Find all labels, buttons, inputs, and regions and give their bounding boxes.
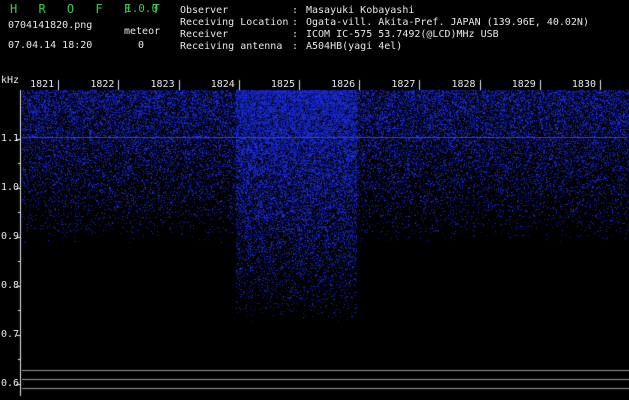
file-name: 0704141820.png xyxy=(8,20,93,31)
info-value: Ogata-vill. Akita-Pref. JAPAN (139.96E, … xyxy=(306,17,589,28)
x-tick-label: 1830 xyxy=(571,79,596,90)
meteor-count: 0 xyxy=(138,40,145,51)
date-time: 07.04.14 18:20 xyxy=(8,40,93,51)
info-row-receiver: Receiver : ICOM IC-575 53.7492(@LCD)MHz … xyxy=(180,29,589,41)
x-tick-label: 1829 xyxy=(511,79,536,90)
info-row-antenna: Receiving antenna : A504HB(yagi 4el) xyxy=(180,41,589,53)
info-key: Receiving antenna xyxy=(180,41,283,52)
info-key: Receiver xyxy=(180,29,229,40)
x-tick-label: 1826 xyxy=(331,79,356,90)
info-colon: : xyxy=(292,29,305,40)
meteor-label: meteor xyxy=(124,26,161,37)
info-row-observer: Observer : Masayuki Kobayashi xyxy=(180,5,589,17)
x-tick-label: 1827 xyxy=(391,79,416,90)
info-value: Masayuki Kobayashi xyxy=(306,5,415,16)
y-tick-label: 1.1 xyxy=(1,132,20,144)
x-tick-label: 1823 xyxy=(150,79,175,90)
x-tick-label: 1822 xyxy=(90,79,115,90)
y-tick-label: 0.9 xyxy=(1,230,20,242)
info-row-location: Receiving Location : Ogata-vill. Akita-P… xyxy=(180,17,589,29)
info-value: A504HB(yagi 4el) xyxy=(306,41,403,52)
spectrogram-plot: kHz 1.1 1.0 0.9 0.8 0.7 0.6 1821 1822 1823 1824 18… xyxy=(0,75,629,400)
app-version: 1.0.0 xyxy=(125,2,159,15)
y-tick-label: 1.0 xyxy=(1,181,20,193)
y-tick-label: 0.8 xyxy=(1,279,20,291)
info-key: Observer xyxy=(180,5,229,16)
y-axis-unit: kHz xyxy=(1,75,20,86)
x-tick-label: 1824 xyxy=(210,79,235,90)
y-tick-label: 0.7 xyxy=(1,328,20,340)
x-tick-label: 1828 xyxy=(451,79,476,90)
info-colon: : xyxy=(292,17,305,28)
info-colon: : xyxy=(292,41,305,52)
header-panel: H R O F F T 1.0.0 0704141820.png meteor … xyxy=(0,0,629,78)
station-info: Observer : Masayuki Kobayashi Receiving … xyxy=(180,5,589,53)
spectrogram-canvas xyxy=(0,78,629,400)
info-key: Receiving Location xyxy=(180,17,289,28)
info-colon: : xyxy=(292,5,305,16)
x-tick-label: 1825 xyxy=(270,79,295,90)
x-tick-label: 1821 xyxy=(30,79,55,90)
y-tick-label: 0.6 xyxy=(1,377,20,389)
info-value: ICOM IC-575 53.7492(@LCD)MHz USB xyxy=(306,29,499,40)
